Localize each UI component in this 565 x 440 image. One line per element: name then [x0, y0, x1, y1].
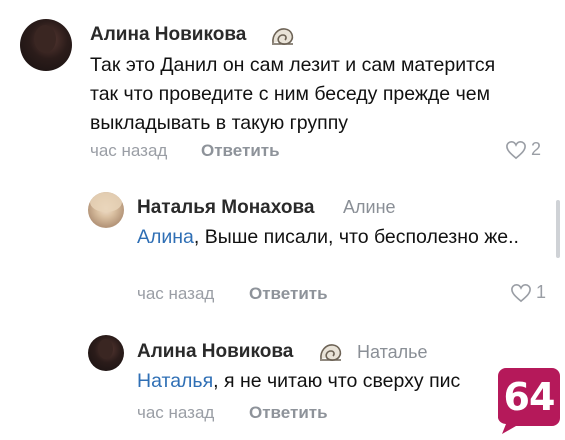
logo-text: 64 [503, 375, 556, 419]
comment-author[interactable]: Наталья Монахова [137, 197, 314, 219]
comment-author[interactable]: Алина Новикова [90, 24, 246, 46]
reply-button[interactable]: Ответить [249, 284, 328, 304]
comment-text: Наталья, я не читаю что сверху пис [137, 370, 461, 392]
site-logo: 64 [498, 368, 560, 434]
like-count: 1 [536, 282, 547, 302]
comment-text: Алина, Выше писали, что бесполезно же.. [137, 226, 519, 248]
shell-emoji-icon [272, 28, 294, 45]
heart-icon [511, 283, 531, 302]
like-button[interactable]: 1 [510, 282, 546, 303]
comment-author[interactable]: Алина Новикова [137, 341, 293, 363]
comment-time: час назад [137, 284, 215, 303]
reply-button[interactable]: Ответить [201, 141, 280, 161]
reply-to-label[interactable]: Алине [343, 197, 396, 218]
mention-link[interactable]: Наталья [137, 370, 213, 392]
avatar[interactable] [88, 192, 124, 228]
reply-to-label[interactable]: Наталье [357, 342, 428, 363]
comment-time: час назад [90, 141, 168, 160]
reply-button[interactable]: Ответить [249, 403, 328, 423]
comment-text: Так это Данил он сам лезит и сам материт… [90, 54, 496, 134]
heart-icon [506, 140, 526, 159]
avatar[interactable] [88, 335, 124, 371]
shell-emoji-icon [320, 344, 342, 361]
like-button[interactable]: 2 [505, 139, 541, 160]
like-count: 2 [531, 139, 542, 159]
comment-time: час назад [137, 403, 215, 422]
scrollbar[interactable] [556, 200, 560, 258]
avatar[interactable] [20, 19, 72, 71]
mention-link[interactable]: Алина [137, 226, 194, 248]
